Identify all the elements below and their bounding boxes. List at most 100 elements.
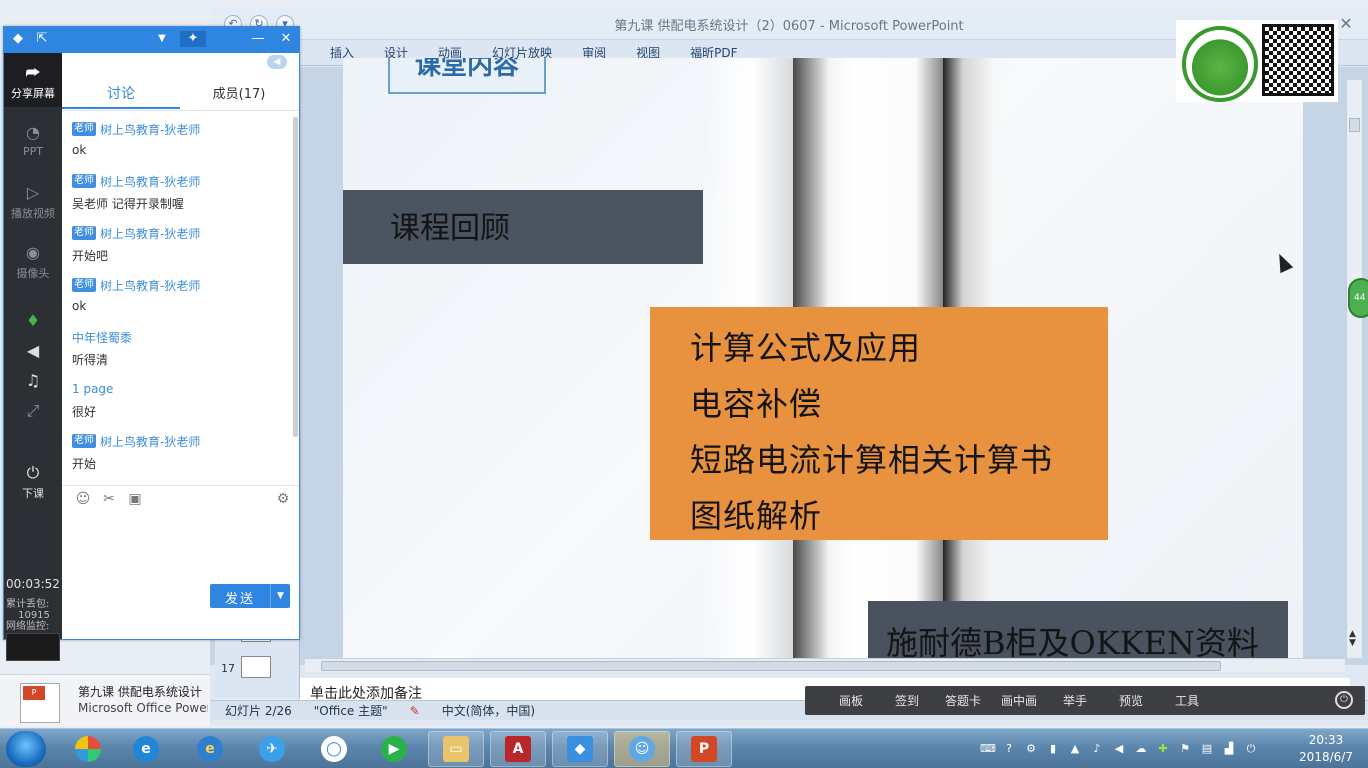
close-window-button[interactable]: ✕ bbox=[1336, 14, 1356, 34]
qq-app-icon: ☺ bbox=[629, 736, 655, 762]
minimize-icon[interactable]: — bbox=[250, 31, 266, 47]
message-scrollbar[interactable] bbox=[293, 117, 298, 437]
spellcheck-icon[interactable]: ✎ bbox=[410, 704, 420, 718]
music-icon: ♫ bbox=[25, 371, 41, 390]
power-icon[interactable]: ⏻ bbox=[1335, 691, 1353, 709]
content-line: 计算公式及应用 bbox=[690, 329, 922, 367]
bottom-band-text: 施耐德B柜及OKKEN资料 bbox=[886, 624, 1259, 658]
role-badge: 老师 bbox=[72, 122, 96, 136]
autocad-icon: A bbox=[505, 736, 531, 762]
taskbar-app[interactable]: P bbox=[676, 731, 732, 767]
tools-button[interactable]: 工具 bbox=[1159, 692, 1215, 709]
ppt-icon: ◔ bbox=[26, 123, 40, 142]
taskbar-app[interactable]: ◆ bbox=[552, 731, 608, 767]
sender-name[interactable]: 树上鸟教育-狄老师 bbox=[100, 433, 200, 450]
end-class-label: 下课 bbox=[22, 487, 44, 500]
gear-icon[interactable]: ⚙ bbox=[274, 490, 292, 508]
usb-icon[interactable]: ▮ bbox=[1046, 742, 1060, 756]
end-class-button[interactable]: ⏻ 下课 bbox=[4, 463, 62, 501]
preview-button[interactable]: 预览 bbox=[1103, 692, 1159, 709]
taskbar-app[interactable] bbox=[60, 731, 116, 767]
emoji-icon[interactable]: ☺ bbox=[74, 490, 92, 508]
taskbar-file-preview[interactable]: P 第九课 供配电系统设计 Microsoft Office Power bbox=[0, 674, 210, 726]
content-line: 电容补偿 bbox=[690, 385, 823, 423]
play-video-icon: ▷ bbox=[26, 183, 40, 202]
sender-name[interactable]: 树上鸟教育-狄老师 bbox=[100, 173, 200, 190]
scroll-thumb[interactable] bbox=[321, 661, 1221, 671]
sender-name[interactable]: 树上鸟教育-狄老师 bbox=[100, 121, 200, 138]
chat-message: 中年怪蜀黍 听得清 bbox=[72, 329, 287, 368]
music-button[interactable]: ♫ bbox=[4, 371, 62, 393]
cloud-icon[interactable]: ☁ bbox=[1134, 742, 1148, 756]
share-screen-button[interactable]: ⮫ 分享屏幕 bbox=[4, 53, 62, 107]
volume-icon[interactable]: ◀ bbox=[1112, 742, 1126, 756]
sender-name[interactable]: 树上鸟教育-狄老师 bbox=[100, 225, 200, 242]
shield-icon[interactable]: ◆ bbox=[10, 31, 26, 47]
slide-counter: 幻灯片 2/26 bbox=[225, 704, 292, 718]
taskbar-app[interactable]: e bbox=[182, 731, 238, 767]
send-button[interactable]: 发送 ▼ bbox=[210, 584, 290, 608]
whiteboard-button[interactable]: 画板 bbox=[823, 692, 879, 709]
help-icon[interactable]: ? bbox=[1002, 742, 1016, 756]
taskbar-app[interactable]: ☺ bbox=[614, 731, 670, 767]
announcement-icon[interactable]: ◀ bbox=[267, 55, 287, 69]
microphone-button[interactable]: ♦ bbox=[4, 311, 62, 333]
fullscreen-button[interactable]: ⤢ bbox=[4, 401, 62, 423]
fullscreen-icon: ⤢ bbox=[26, 401, 40, 420]
taskbar-app[interactable]: ▭ bbox=[428, 731, 484, 767]
clock-time[interactable]: 20:33 bbox=[1296, 733, 1356, 747]
send-options-icon[interactable]: ▼ bbox=[270, 584, 290, 608]
plus-icon[interactable]: ✚ bbox=[1156, 742, 1170, 756]
taskbar-app[interactable]: A bbox=[490, 731, 546, 767]
close-icon[interactable]: ✕ bbox=[278, 31, 294, 47]
camera-label: 摄像头 bbox=[16, 267, 50, 280]
tab-members[interactable]: 成员(17) bbox=[180, 83, 298, 102]
camera-button[interactable]: ◉ 摄像头 bbox=[4, 243, 62, 281]
settings-icon[interactable]: ⚙ bbox=[1024, 742, 1038, 756]
page-nav-icon[interactable]: ▲ ▼ bbox=[1349, 630, 1361, 648]
flag-icon[interactable]: ⚑ bbox=[1178, 742, 1192, 756]
keyboard-icon[interactable]: ⌨ bbox=[980, 742, 996, 756]
clipboard-icon[interactable]: ▤ bbox=[1200, 742, 1214, 756]
review-title: 课程回顾 bbox=[390, 211, 510, 246]
taskbar-app[interactable]: ◯ bbox=[306, 731, 362, 767]
chat-tabs: ◀ 讨论 成员(17) bbox=[62, 53, 299, 111]
play-video-button[interactable]: ▷ 播放视频 bbox=[4, 183, 62, 221]
sender-name[interactable]: 1 page bbox=[72, 382, 113, 396]
chevron-up-icon[interactable]: ▲ bbox=[1068, 742, 1082, 756]
horizontal-scrollbar[interactable] bbox=[305, 658, 1345, 672]
taskbar-app[interactable]: e bbox=[118, 731, 174, 767]
image-icon[interactable]: ▣ bbox=[126, 490, 144, 508]
speaker-button[interactable]: ◀ bbox=[4, 341, 62, 363]
scroll-thumb[interactable] bbox=[1349, 118, 1360, 132]
answer-card-button[interactable]: 答题卡 bbox=[935, 692, 991, 709]
sender-name[interactable]: 中年怪蜀黍 bbox=[72, 329, 132, 346]
chevron-down-icon[interactable]: ▼ bbox=[154, 31, 170, 47]
class-timer: 00:03:52 bbox=[6, 577, 60, 591]
check-in-button[interactable]: 签到 bbox=[879, 692, 935, 709]
taskbar-app[interactable]: ✈ bbox=[244, 731, 300, 767]
power-icon[interactable]: ⏻ bbox=[1244, 742, 1258, 756]
network-icon[interactable]: ▟ bbox=[1222, 742, 1236, 756]
system-tray: ⌨ ? ⚙ ▮ ▲ ♪ ◀ ☁ ✚ ⚑ ▤ ▟ ⏻ bbox=[980, 733, 1280, 765]
message-text: 开始吧 bbox=[72, 249, 109, 263]
floating-badge[interactable]: 44 bbox=[1348, 278, 1368, 318]
scissors-icon[interactable]: ✂ bbox=[100, 490, 118, 508]
taskbar-app[interactable]: ▶ bbox=[366, 731, 422, 767]
pin-icon[interactable]: ✦ bbox=[180, 31, 206, 47]
clock-date[interactable]: 2018/6/7 bbox=[1290, 750, 1362, 764]
ppt-button[interactable]: ◔ PPT bbox=[4, 123, 62, 158]
raise-hand-button[interactable]: 举手 bbox=[1047, 692, 1103, 709]
notification-icon[interactable]: ♪ bbox=[1090, 742, 1104, 756]
popout-icon[interactable]: ⇱ bbox=[34, 31, 50, 47]
vertical-scrollbar[interactable]: ▲ ▼ bbox=[1346, 80, 1362, 658]
language-indicator[interactable]: 中文(简体，中国) bbox=[442, 702, 535, 719]
tab-discussion[interactable]: 讨论 bbox=[62, 83, 180, 103]
file-name: 第九课 供配电系统设计 bbox=[78, 685, 202, 699]
start-button[interactable] bbox=[6, 731, 46, 767]
sender-name[interactable]: 树上鸟教育-狄老师 bbox=[100, 277, 200, 294]
picture-in-picture-button[interactable]: 画中画 bbox=[991, 692, 1047, 709]
slide-thumbnail[interactable] bbox=[241, 656, 271, 678]
pptx-file-icon: P bbox=[20, 683, 60, 723]
chat-titlebar: ◆ ⇱ ▼ ✦ — ✕ bbox=[4, 27, 299, 53]
